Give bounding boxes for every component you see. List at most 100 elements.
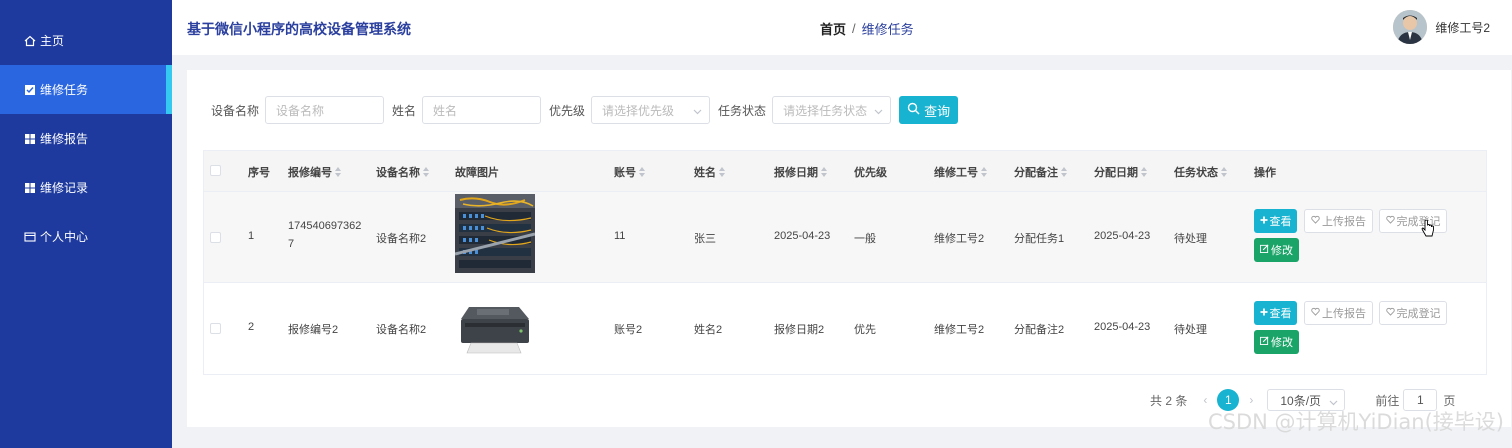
view-button[interactable]: 查看	[1254, 301, 1297, 325]
sort-icon[interactable]	[335, 167, 341, 177]
breadcrumb-home[interactable]: 首页	[820, 19, 846, 38]
app-title: 基于微信小程序的高校设备管理系统	[187, 21, 411, 37]
cell-repair-no: 7	[288, 238, 295, 250]
column-header[interactable]: 任务状态	[1174, 164, 1227, 180]
cell-device-name: 设备名称2	[376, 324, 427, 336]
upload-report-button[interactable]: 上传报告	[1304, 209, 1373, 233]
column-header[interactable]: 分配日期	[1094, 164, 1147, 180]
filter-bar: 设备名称 设备名称 姓名 姓名 优先级 请选择优先级 任务状态 请选择任务状态 …	[211, 96, 959, 124]
sort-icon[interactable]	[1221, 167, 1227, 177]
home-icon	[24, 35, 36, 47]
cell-status: 待处理	[1174, 233, 1207, 245]
cell-device-name: 设备名称2	[376, 233, 427, 245]
sidebar-item-label: 主页	[40, 34, 65, 48]
column-header[interactable]: 报修编号	[288, 164, 341, 180]
device-name-input[interactable]: 设备名称	[265, 96, 385, 124]
device-name-placeholder: 设备名称	[276, 103, 325, 118]
cell-repair-date: 2025-04-23	[774, 230, 831, 242]
heart-icon	[1311, 307, 1320, 319]
edit-icon	[1260, 244, 1269, 256]
next-page-icon[interactable]: ›	[1249, 393, 1253, 407]
fault-image-server-rack[interactable]	[454, 194, 536, 273]
cell-account: 11	[614, 230, 626, 242]
prev-page-icon[interactable]: ‹	[1203, 393, 1207, 407]
cell-priority: 优先	[854, 324, 876, 336]
cell-priority: 一般	[854, 233, 876, 245]
cell-assign-note: 分配任务1	[1014, 233, 1065, 245]
row-checkbox[interactable]	[210, 323, 221, 334]
cell-name: 姓名2	[694, 324, 723, 336]
select-all-checkbox[interactable]	[210, 165, 221, 176]
sort-icon[interactable]	[1141, 167, 1147, 177]
complete-register-label: 完成登记	[1396, 308, 1441, 320]
sidebar-item-home[interactable]: 主页	[0, 16, 172, 65]
cell-worker-no: 维修工号2	[934, 324, 985, 336]
complete-register-button[interactable]: 完成登记	[1379, 301, 1447, 325]
heart-icon	[1311, 215, 1320, 227]
status-select[interactable]: 请选择任务状态	[772, 96, 892, 124]
column-header: 序号	[248, 167, 270, 179]
sort-icon[interactable]	[1061, 167, 1067, 177]
cursor-hand-icon	[1421, 219, 1435, 241]
sidebar-item-label: 个人中心	[40, 230, 89, 244]
avatar[interactable]	[1393, 10, 1428, 44]
upload-report-button[interactable]: 上传报告	[1304, 301, 1373, 325]
sort-icon[interactable]	[639, 167, 645, 177]
column-header[interactable]: 账号	[614, 164, 645, 180]
cell-repair-date: 报修日期2	[774, 324, 825, 336]
column-header[interactable]: 报修日期	[774, 164, 827, 180]
cell-index: 1	[248, 230, 255, 242]
fault-image-printer[interactable]	[455, 289, 535, 368]
column-header[interactable]: 设备名称	[376, 164, 429, 180]
search-button[interactable]: 查询	[899, 96, 959, 124]
plus-icon	[1260, 215, 1268, 227]
breadcrumb-separator: /	[852, 21, 856, 36]
sidebar-item-label: 维修记录	[40, 181, 89, 195]
sort-icon[interactable]	[719, 167, 725, 177]
upload-report-label: 上传报告	[1322, 308, 1366, 320]
cell-assign-date: 2025-04-23	[1094, 321, 1151, 333]
sort-icon[interactable]	[423, 167, 429, 177]
sidebar-item-repair-reports[interactable]: 维修报告	[0, 114, 172, 163]
priority-placeholder: 请选择优先级	[602, 103, 675, 118]
edit-button-label: 修改	[1271, 337, 1293, 349]
sort-icon[interactable]	[981, 167, 987, 177]
user-name[interactable]: 维修工号2	[1435, 19, 1490, 36]
edit-button[interactable]: 修改	[1254, 238, 1299, 262]
user-menu[interactable]: 维修工号2	[1393, 10, 1490, 44]
view-button[interactable]: 查看	[1254, 209, 1297, 233]
chevron-down-icon	[693, 105, 702, 115]
column-header[interactable]: 分配备注	[1014, 164, 1067, 180]
sort-icon[interactable]	[821, 167, 827, 177]
upload-report-label: 上传报告	[1322, 216, 1366, 228]
cell-index: 2	[248, 321, 255, 333]
column-header[interactable]: 维修工号	[934, 164, 987, 180]
watermark: CSDN @计算机YiDian(接毕设)	[1207, 410, 1504, 434]
status-placeholder: 请选择任务状态	[783, 103, 868, 118]
main-card: 设备名称 设备名称 姓名 姓名 优先级 请选择优先级 任务状态 请选择任务状态 …	[187, 70, 1511, 427]
column-header: 故障图片	[455, 167, 499, 179]
edit-button[interactable]: 修改	[1254, 330, 1299, 354]
column-header: 优先级	[854, 167, 887, 179]
name-label: 姓名	[392, 103, 417, 118]
view-button-label: 查看	[1269, 216, 1292, 228]
complete-register-button[interactable]: 完成登记	[1379, 209, 1447, 233]
grid-icon	[24, 133, 36, 145]
pagination-total: 共 2 条	[1150, 393, 1188, 408]
sidebar-item-label: 维修任务	[40, 83, 89, 97]
name-placeholder: 姓名	[433, 103, 458, 118]
goto-page-value: 1	[1417, 393, 1424, 407]
row-checkbox[interactable]	[210, 232, 221, 243]
name-input[interactable]: 姓名	[422, 96, 542, 124]
edit-icon	[1260, 336, 1269, 348]
sidebar-item-profile[interactable]: 个人中心	[0, 212, 172, 261]
sidebar-item-repair-records[interactable]: 维修记录	[0, 163, 172, 212]
checkbox-icon	[24, 84, 36, 96]
column-header[interactable]: 姓名	[694, 164, 725, 180]
cell-assign-note: 分配备注2	[1014, 324, 1065, 336]
priority-select[interactable]: 请选择优先级	[591, 96, 711, 124]
repair-task-table: 序号 报修编号 设备名称 故障图片 账号 姓名 报修日期 优先级 维修工号 分配…	[203, 150, 1487, 375]
table-row: 1 174540697362 7 设备名称2 11 张三 2025-04-23 …	[204, 191, 1486, 282]
sidebar-item-repair-tasks[interactable]: 维修任务	[0, 65, 172, 114]
view-button-label: 查看	[1269, 308, 1292, 320]
